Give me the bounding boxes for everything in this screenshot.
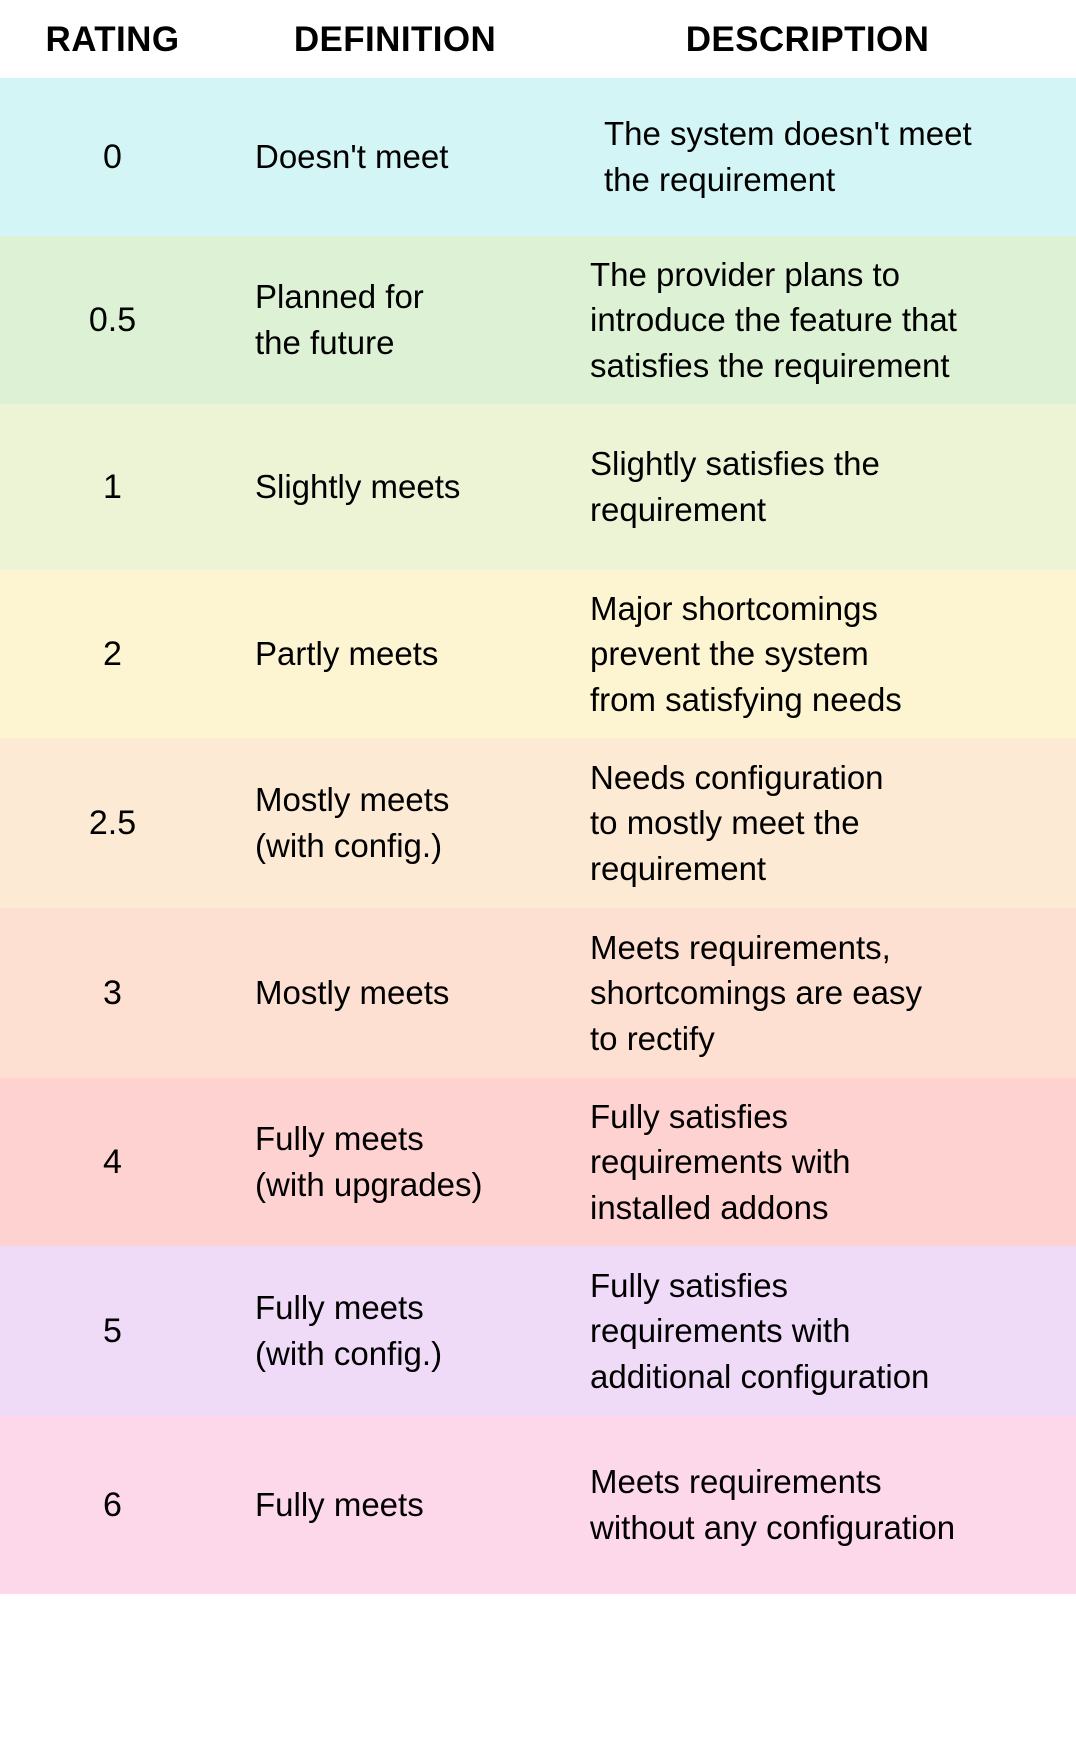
table-row: 1 Slightly meets Slightly satisfies the req… [0, 404, 1076, 570]
cell-description: Needs configuration to mostly meet the req… [590, 755, 1076, 892]
cell-rating: 2.5 [88, 803, 137, 842]
description-line: prevent the system [590, 635, 869, 673]
definition-line: Fully meets [255, 1120, 424, 1158]
cell-rating: 0.5 [88, 300, 137, 339]
table-row: 6 Fully meets Meets requirements without an… [0, 1416, 1076, 1594]
description-line: requirement [590, 491, 767, 528]
table-row: 4 Fully meets (with upgrades) Fully satisfi… [0, 1078, 1076, 1246]
cell-definition: Doesn't meet [225, 134, 590, 180]
description-line: shortcomings are easy [590, 974, 922, 1012]
description-line: without any configuration [590, 1509, 956, 1546]
cell-definition: Mostly meets [225, 970, 590, 1016]
description-line: Fully satisfies [590, 1097, 789, 1135]
definition-line: Mostly meets [255, 781, 450, 819]
definition-line: the future [255, 324, 395, 361]
cell-description: Meets requirements without any configurat… [590, 1459, 1076, 1550]
table-row: 3 Mostly meets Meets requirements, shortcom… [0, 908, 1076, 1078]
description-line: introduce the feature that [590, 301, 957, 339]
description-line: Slightly satisfies the [590, 445, 880, 483]
cell-description: Fully satisfies requirements with installe… [590, 1094, 1076, 1231]
description-line: The provider plans to [590, 255, 901, 293]
cell-description: Major shortcomings prevent the system from… [590, 586, 1076, 723]
description-line: Meets requirements [590, 1463, 882, 1501]
table-row: 0.5 Planned for the future The provider pla… [0, 236, 1076, 404]
cell-rating: 6 [103, 1485, 122, 1524]
description-line: to rectify [590, 1019, 715, 1057]
cell-definition: Slightly meets [225, 464, 590, 510]
table-row: 2 Partly meets Major shortcomings prevent t… [0, 570, 1076, 738]
cell-definition: Fully meets (with upgrades) [225, 1116, 590, 1207]
table-row: 2.5 Mostly meets (with config.) Needs confi… [0, 738, 1076, 908]
cell-rating: 5 [103, 1311, 122, 1350]
description-line: Major shortcomings [590, 589, 878, 627]
description-line: satisfies the requirement [590, 346, 950, 384]
description-line: requirements with [590, 1312, 851, 1350]
description-line: requirements with [590, 1143, 851, 1181]
table-row: 0 Doesn't meet The system doesn't meet the … [0, 78, 1076, 236]
cell-rating: 0 [103, 137, 122, 176]
definition-line: Planned for [255, 278, 424, 316]
definition-line: Doesn't meet [255, 138, 449, 176]
description-line: Meets requirements, [590, 928, 891, 966]
rating-scale-table: RATING DEFINITION DESCRIPTION 0 Doesn't m… [0, 0, 1076, 1744]
definition-line: Slightly meets [255, 468, 461, 506]
cell-definition: Partly meets [225, 631, 590, 677]
cell-rating: 3 [103, 973, 122, 1012]
cell-description: Fully satisfies requirements with addition… [590, 1263, 1076, 1400]
definition-line: Fully meets [255, 1486, 424, 1524]
cell-definition: Fully meets (with config.) [225, 1285, 590, 1376]
definition-line: Partly meets [255, 635, 439, 673]
description-line: the requirement [604, 161, 836, 198]
description-line: The system doesn't meet [604, 115, 972, 153]
description-line: additional configuration [590, 1357, 930, 1395]
table-header-row: RATING DEFINITION DESCRIPTION [0, 0, 1076, 78]
column-header-definition: DEFINITION [293, 19, 497, 59]
cell-rating: 1 [103, 467, 122, 506]
description-line: requirement [590, 849, 767, 887]
description-line: to mostly meet the [590, 804, 860, 842]
description-line: Needs configuration [590, 758, 884, 796]
cell-definition: Planned for the future [225, 274, 590, 365]
cell-description: Meets requirements, shortcomings are easy… [590, 925, 1076, 1062]
cell-definition: Mostly meets (with config.) [225, 777, 590, 868]
definition-line: (with config.) [255, 1335, 443, 1372]
cell-description: The provider plans to introduce the featu… [590, 252, 1076, 389]
cell-rating: 4 [103, 1142, 122, 1181]
definition-line: (with upgrades) [255, 1166, 483, 1203]
description-line: installed addons [590, 1188, 829, 1226]
definition-line: Fully meets [255, 1289, 424, 1327]
cell-definition: Fully meets [225, 1482, 590, 1528]
cell-description: The system doesn't meet the requirement [590, 111, 1076, 202]
column-header-rating: RATING [45, 19, 180, 59]
description-line: from satisfying needs [590, 680, 902, 718]
description-line: Fully satisfies [590, 1266, 789, 1304]
column-header-description: DESCRIPTION [685, 19, 930, 59]
cell-description: Slightly satisfies the requirement [590, 441, 1076, 532]
table-row: 5 Fully meets (with config.) Fully satisfie… [0, 1246, 1076, 1416]
table-body: 0 Doesn't meet The system doesn't meet the … [0, 78, 1076, 1594]
cell-rating: 2 [103, 634, 122, 673]
definition-line: (with config.) [255, 827, 443, 864]
definition-line: Mostly meets [255, 974, 450, 1012]
